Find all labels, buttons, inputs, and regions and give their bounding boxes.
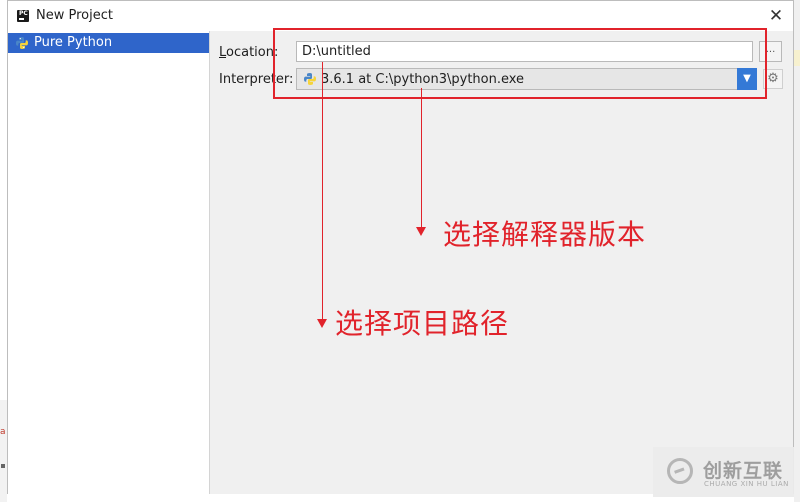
close-button[interactable]: ✕: [765, 5, 787, 27]
background-window-edge: [794, 0, 800, 502]
annotation-interpreter-note: 选择解释器版本: [443, 218, 647, 251]
annotation-arrowhead-interpreter: [416, 227, 426, 236]
background-marker: a: [0, 427, 6, 437]
sidebar-item-label: Pure Python: [34, 35, 113, 50]
annotation-arrow-interpreter: [421, 88, 422, 228]
watermark-brand-en: CHUANG XIN HU LIAN: [704, 480, 789, 488]
annotation-arrow-location: [322, 62, 323, 320]
sidebar-item-pure-python[interactable]: Pure Python: [8, 33, 209, 53]
annotation-highlight-box: [273, 28, 767, 99]
dialog-title: New Project: [36, 8, 113, 23]
annotation-arrowhead-location: [317, 319, 327, 328]
background-dot: [1, 464, 5, 468]
watermark-brand: 创新互联: [703, 460, 784, 482]
location-label-text: ocation:: [226, 45, 279, 60]
watermark: 创新互联 CHUANG XIN HU LIAN: [653, 447, 794, 497]
location-label: Location:: [219, 45, 278, 60]
background-highlight: [794, 50, 800, 66]
annotation-location-note: 选择项目路径: [335, 307, 510, 340]
location-mnemonic: L: [219, 45, 227, 60]
project-settings-panel: Location: D:\untitled ... Interpreter: 3…: [210, 31, 793, 494]
python-icon: [16, 37, 28, 49]
background-window-edge-left: a: [0, 400, 7, 502]
title-bar: PC New Project ✕: [8, 1, 793, 31]
project-type-sidebar: Pure Python: [8, 31, 210, 494]
watermark-logo-icon: [667, 458, 693, 484]
pycharm-app-icon: PC: [17, 10, 29, 22]
